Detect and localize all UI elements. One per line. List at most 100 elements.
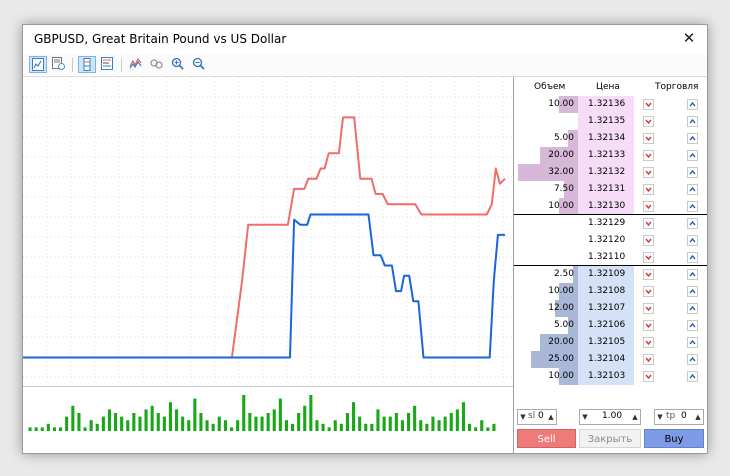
sell-limit-button[interactable] (643, 184, 654, 195)
ask-row[interactable]: 5.00 1.32134 (514, 130, 707, 147)
buy-limit-button[interactable] (687, 116, 698, 127)
tick-chart-icon[interactable] (127, 56, 145, 73)
price-cell[interactable]: 1.32131 (578, 181, 634, 198)
bid-row[interactable]: 2.50 1.32109 (514, 266, 707, 283)
chevron-down-icon[interactable]: ▼ (580, 410, 590, 424)
chart-settings-icon[interactable] (50, 56, 68, 73)
sell-limit-button[interactable] (643, 269, 654, 280)
depth-table: Объем Цена Торговля 10.00 1.32136 1.32135 5… (514, 77, 707, 407)
sell-limit-button[interactable] (643, 167, 654, 178)
price-cell[interactable]: 1.32132 (578, 164, 634, 181)
bid-row[interactable]: 25.00 1.32104 (514, 351, 707, 368)
price-cell[interactable]: 1.32105 (578, 334, 634, 351)
bid-row[interactable]: 12.00 1.32107 (514, 300, 707, 317)
sell-limit-button[interactable] (643, 150, 654, 161)
sell-limit-button[interactable] (643, 286, 654, 297)
sell-limit-button[interactable] (643, 337, 654, 348)
buy-limit-button[interactable] (687, 371, 698, 382)
price-cell[interactable]: 1.32134 (578, 130, 634, 147)
sell-limit-button[interactable] (643, 354, 654, 365)
buy-limit-button[interactable] (687, 133, 698, 144)
stop-loss-stepper[interactable]: ▼ sl 0 ▲ (517, 409, 557, 425)
sell-limit-button[interactable] (643, 201, 654, 212)
bid-row[interactable]: 10.00 1.32108 (514, 283, 707, 300)
spread-row[interactable]: 1.32129 (514, 215, 707, 232)
spread-row[interactable]: 1.32110 (514, 249, 707, 266)
sell-limit-button[interactable] (643, 116, 654, 127)
price-cell[interactable]: 1.32108 (578, 283, 634, 300)
price-cell[interactable]: 1.32130 (578, 198, 634, 215)
buy-limit-button[interactable] (687, 235, 698, 246)
buy-limit-button[interactable] (687, 337, 698, 348)
buy-limit-button[interactable] (687, 269, 698, 280)
buy-limit-button[interactable] (687, 286, 698, 297)
price-cell[interactable]: 1.32129 (578, 215, 634, 232)
buy-limit-button[interactable] (687, 184, 698, 195)
volume-bar (474, 427, 478, 431)
zoom-out-icon[interactable] (190, 56, 208, 73)
price-cell[interactable]: 1.32110 (578, 249, 634, 266)
price-cell[interactable]: 1.32106 (578, 317, 634, 334)
chevron-up-icon (689, 203, 696, 209)
chevron-up-icon[interactable]: ▲ (630, 410, 640, 424)
sell-button[interactable]: Sell (517, 429, 576, 448)
sell-limit-button[interactable] (643, 235, 654, 246)
buy-limit-button[interactable] (687, 320, 698, 331)
volume-value[interactable]: 1.00 (602, 411, 622, 421)
buy-limit-button[interactable] (687, 354, 698, 365)
price-cell[interactable]: 1.32120 (578, 232, 634, 249)
price-cell[interactable]: 1.32109 (578, 266, 634, 283)
price-cell[interactable]: 1.32135 (578, 113, 634, 130)
buy-limit-button[interactable] (687, 303, 698, 314)
ask-row[interactable]: 10.00 1.32130 (514, 198, 707, 215)
ask-row[interactable]: 7.50 1.32131 (514, 181, 707, 198)
stop-loss-value[interactable]: 0 (538, 411, 544, 421)
take-profit-stepper[interactable]: ▼ tp 0 ▲ (654, 409, 704, 425)
ask-row[interactable]: 32.00 1.32132 (514, 164, 707, 181)
bid-row[interactable]: 10.00 1.32103 (514, 368, 707, 385)
depth-of-market-icon[interactable] (78, 56, 96, 73)
price-cell[interactable]: 1.32107 (578, 300, 634, 317)
sell-limit-button[interactable] (643, 320, 654, 331)
close-position-button[interactable]: Закрыть (579, 429, 641, 448)
sell-limit-button[interactable] (643, 99, 654, 110)
title-bar[interactable]: GBPUSD, Great Britain Pound vs US Dollar… (23, 25, 707, 53)
buy-button[interactable]: Buy (644, 429, 704, 448)
tick-chart[interactable] (23, 77, 513, 383)
buy-limit-button[interactable] (687, 252, 698, 263)
buy-limit-button[interactable] (687, 99, 698, 110)
buy-limit-button[interactable] (687, 201, 698, 212)
chevron-up-icon[interactable]: ▲ (693, 410, 703, 424)
price-cell[interactable]: 1.32133 (578, 147, 634, 164)
price-cell[interactable]: 1.32136 (578, 96, 634, 113)
link-icon[interactable] (148, 56, 166, 73)
price-cell[interactable]: 1.32103 (578, 368, 634, 385)
ask-row[interactable]: 20.00 1.32133 (514, 147, 707, 164)
sell-limit-button[interactable] (643, 371, 654, 382)
sell-limit-button[interactable] (643, 133, 654, 144)
buy-limit-button[interactable] (687, 167, 698, 178)
buy-limit-button[interactable] (687, 150, 698, 161)
bid-row[interactable]: 5.00 1.32106 (514, 317, 707, 334)
take-profit-label: tp (666, 411, 676, 421)
volume-cell: 10.00 (548, 201, 574, 211)
price-cell[interactable]: 1.32104 (578, 351, 634, 368)
ask-row[interactable]: 1.32135 (514, 113, 707, 130)
chevron-down-icon (645, 119, 652, 125)
zoom-in-icon[interactable] (169, 56, 187, 73)
depth-ticks-icon[interactable] (99, 56, 117, 73)
sell-limit-button[interactable] (643, 218, 654, 229)
ask-row[interactable]: 10.00 1.32136 (514, 96, 707, 113)
bid-row[interactable]: 20.00 1.32105 (514, 334, 707, 351)
chevron-down-icon[interactable]: ▼ (655, 410, 665, 424)
close-icon[interactable]: ✕ (677, 27, 701, 49)
chevron-up-icon[interactable]: ▲ (546, 410, 556, 424)
volume-stepper[interactable]: ▼ 1.00 ▲ (579, 409, 641, 425)
line-chart-icon[interactable] (29, 56, 47, 73)
sell-limit-button[interactable] (643, 252, 654, 263)
sell-limit-button[interactable] (643, 303, 654, 314)
chevron-down-icon[interactable]: ▼ (518, 410, 528, 424)
spread-row[interactable]: 1.32120 (514, 232, 707, 249)
buy-limit-button[interactable] (687, 218, 698, 229)
take-profit-value[interactable]: 0 (681, 411, 687, 421)
